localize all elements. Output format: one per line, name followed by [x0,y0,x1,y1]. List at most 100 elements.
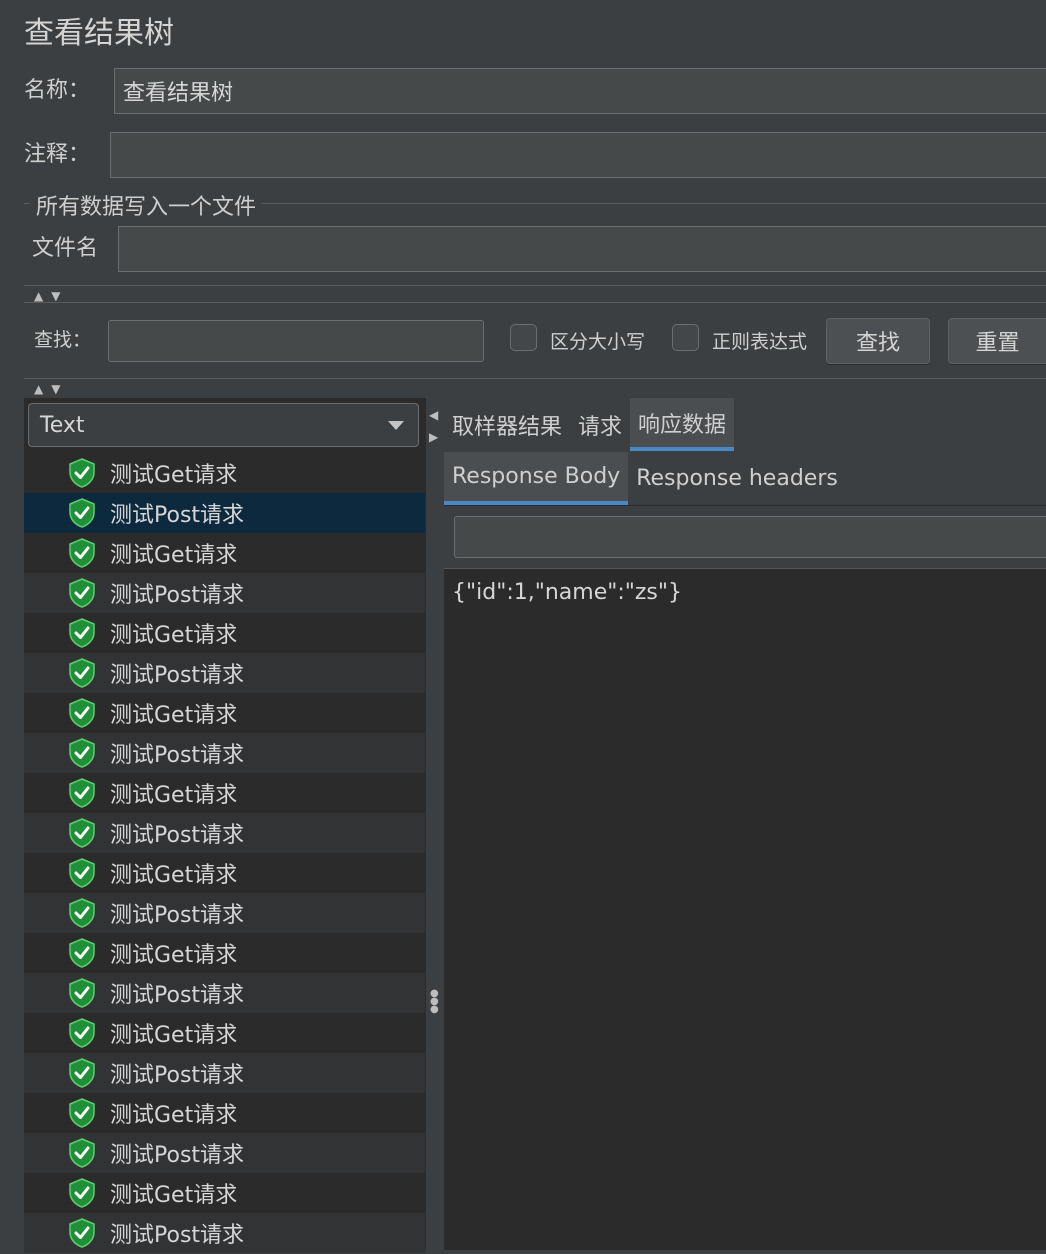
tree-item-label: 测试Get请求 [110,863,238,888]
success-shield-icon [68,498,96,528]
success-shield-icon [68,1138,96,1168]
success-shield-icon [68,738,96,768]
tree-item[interactable]: 测试Post请求 [24,1133,425,1173]
regex-checkbox[interactable] [672,324,699,351]
success-shield-icon [68,538,96,568]
tree-item-label: 测试Post请求 [110,903,245,928]
success-shield-icon [68,658,96,688]
tree-item-label: 测试Get请求 [110,783,238,808]
response-body-area[interactable] [444,568,1046,1250]
tree-item-label: 测试Get请求 [110,1183,238,1208]
tree-item[interactable]: 测试Post请求 [24,813,425,853]
tree-item-label: 测试Get请求 [110,1023,238,1048]
filename-field[interactable] [118,226,1046,272]
chevron-down-icon [388,421,404,430]
success-shield-icon [68,1218,96,1248]
tree-item[interactable]: 测试Get请求 [24,1173,425,1213]
success-shield-icon [68,1058,96,1088]
tree-item-label: 测试Post请求 [110,1143,245,1168]
success-shield-icon [68,978,96,1008]
result-tabs: 取样器结果 请求 响应数据 [444,398,735,451]
tree-item-label: 测试Post请求 [110,823,245,848]
drag-handle-icon[interactable]: ● ● ● [430,989,439,1015]
success-shield-icon [68,818,96,848]
success-shield-icon [68,858,96,888]
find-button[interactable]: 查找 [826,318,930,364]
tree-item[interactable]: 测试Post请求 [24,493,425,533]
tree-item[interactable]: 测试Get请求 [24,453,425,493]
tree-item[interactable]: 测试Get请求 [24,693,425,733]
vertical-splitter[interactable] [425,398,444,1250]
tab-response-headers[interactable]: Response headers [628,452,846,505]
tree-item[interactable]: 测试Get请求 [24,853,425,893]
tree-item[interactable]: 测试Post请求 [24,573,425,613]
tree-item-label: 测试Get请求 [110,543,238,568]
tab-response-body[interactable]: Response Body [444,452,629,505]
renderer-select-value: Text [40,412,85,438]
regex-label: 正则表达式 [712,331,808,353]
tree-item-label: 测试Post请求 [110,743,245,768]
tree-item[interactable]: 测试Post请求 [24,1053,425,1093]
success-shield-icon [68,898,96,928]
success-shield-icon [68,778,96,808]
reset-button[interactable]: 重置 [948,318,1046,364]
tree-item-label: 测试Post请求 [110,503,245,528]
tree-item[interactable]: 测试Get请求 [24,773,425,813]
tree-item[interactable]: 测试Get请求 [24,533,425,573]
response-body-text: {"id":1,"name":"zs"} [452,580,683,605]
tree-item-label: 测试Get请求 [110,703,238,728]
success-shield-icon [68,618,96,648]
tree-item-label: 测试Get请求 [110,623,238,648]
tree-item-label: 测试Post请求 [110,1063,245,1088]
tree-item-label: 测试Get请求 [110,1103,238,1128]
tree-item-label: 测试Post请求 [110,983,245,1008]
case-sensitive-checkbox[interactable] [510,324,537,351]
tree-item[interactable]: 测试Post请求 [24,973,425,1013]
splitter-collapse-arrows[interactable]: ▲▼ [34,289,68,303]
splitter-collapse-arrows-2[interactable]: ▲▼ [34,382,68,396]
name-field[interactable]: 查看结果树 [114,68,1046,114]
file-group-title: 所有数据写入一个文件 [30,189,263,221]
panel-title: 查看结果树 [24,16,174,51]
search-input[interactable] [108,320,484,362]
tree-item-label: 测试Post请求 [110,1223,245,1248]
tree-item[interactable]: 测试Post请求 [24,653,425,693]
tree-item[interactable]: 测试Get请求 [24,1013,425,1053]
splitter-line [24,302,1046,303]
name-field-value: 查看结果树 [123,81,234,106]
tree-item[interactable]: 测试Get请求 [24,933,425,973]
tree-item[interactable]: 测试Get请求 [24,1093,425,1133]
success-shield-icon [68,698,96,728]
tree-item-label: 测试Post请求 [110,663,245,688]
name-label: 名称： [24,78,91,103]
success-shield-icon [68,938,96,968]
results-tree: 测试Get请求 测试Post请求 测试Get请求 测试Post请求 测试Get请求 测试P… [24,453,425,1253]
comment-label: 注释： [24,142,91,167]
success-shield-icon [68,458,96,488]
tab-sampler-result[interactable]: 取样器结果 [444,398,570,451]
group-border-bottom [24,285,1046,286]
success-shield-icon [68,1018,96,1048]
comment-field[interactable] [110,132,1046,178]
expand-right-arrow-icon[interactable]: ▶ [429,430,438,444]
response-subtabs: Response Body Response headers [444,452,1046,506]
tab-request[interactable]: 请求 [570,398,630,451]
tab-response-data[interactable]: 响应数据 [630,398,735,451]
case-sensitive-label: 区分大小写 [550,331,646,353]
tree-item-label: 测试Get请求 [110,943,238,968]
splitter-line-2 [24,378,1046,379]
tree-item[interactable]: 测试Post请求 [24,893,425,933]
search-label: 查找： [34,329,92,351]
success-shield-icon [68,1178,96,1208]
success-shield-icon [68,1098,96,1128]
collapse-left-arrow-icon[interactable]: ◀ [429,408,438,422]
success-shield-icon [68,578,96,608]
tree-item[interactable]: 测试Get请求 [24,613,425,653]
tree-item-label: 测试Get请求 [110,463,238,488]
renderer-select[interactable]: Text [28,403,419,447]
filename-label: 文件名 [32,236,99,261]
tree-item-label: 测试Post请求 [110,583,245,608]
tree-item[interactable]: 测试Post请求 [24,1213,425,1253]
response-search-input[interactable] [454,516,1046,558]
tree-item[interactable]: 测试Post请求 [24,733,425,773]
